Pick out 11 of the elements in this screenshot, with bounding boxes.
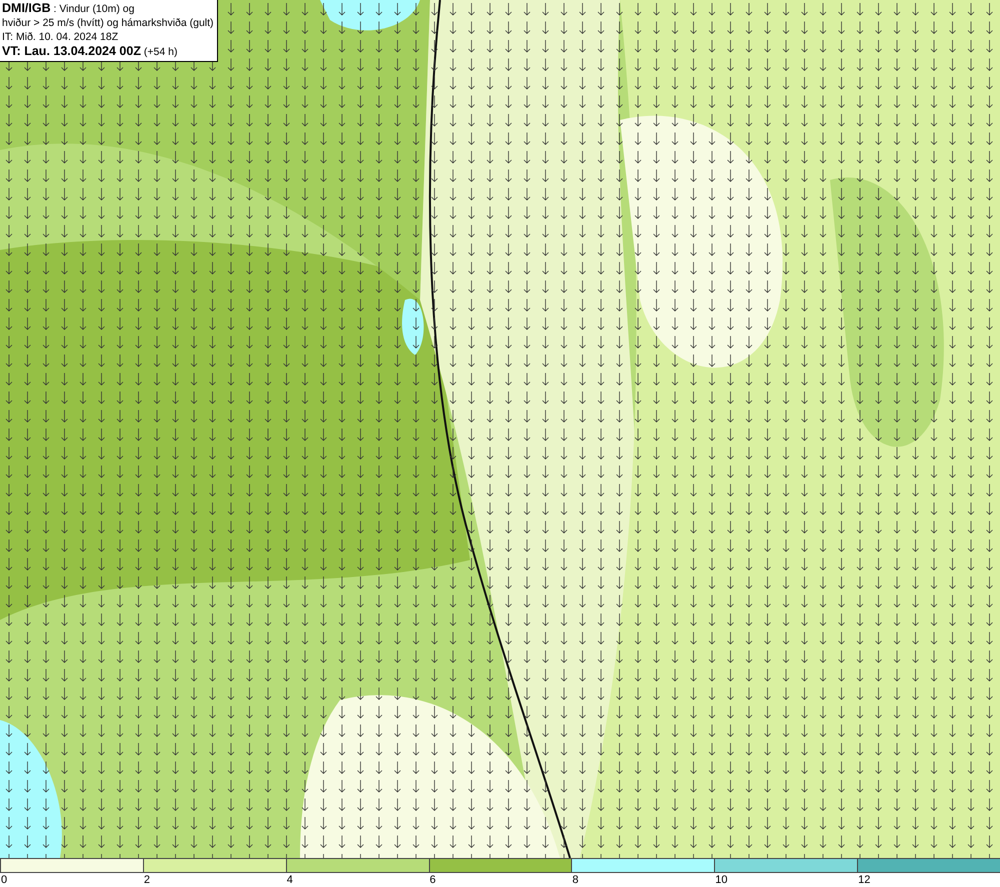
legend-tick-label: 8 <box>572 874 579 886</box>
legend-tick-label: 4 <box>286 874 293 886</box>
header-text: IT: Mið. 10. 04. 2024 18Z <box>2 30 120 44</box>
legend-tick-label: 0 <box>1 874 8 886</box>
legend-tick-label: 6 <box>430 874 436 886</box>
legend-tick-label: 10 <box>715 874 728 886</box>
header-text: VT: Lau. 13.04.2024 00Z (+54 h) <box>2 44 178 59</box>
header-text: hviður > 25 m/s (hvítt) og hámarkshviða (gult) <box>2 16 214 30</box>
header-text: DMI/IGB : Vindur (10m) og <box>2 1 136 16</box>
legend-tick-label: 2 <box>144 874 150 886</box>
legend-tick-label: 12 <box>858 874 870 886</box>
